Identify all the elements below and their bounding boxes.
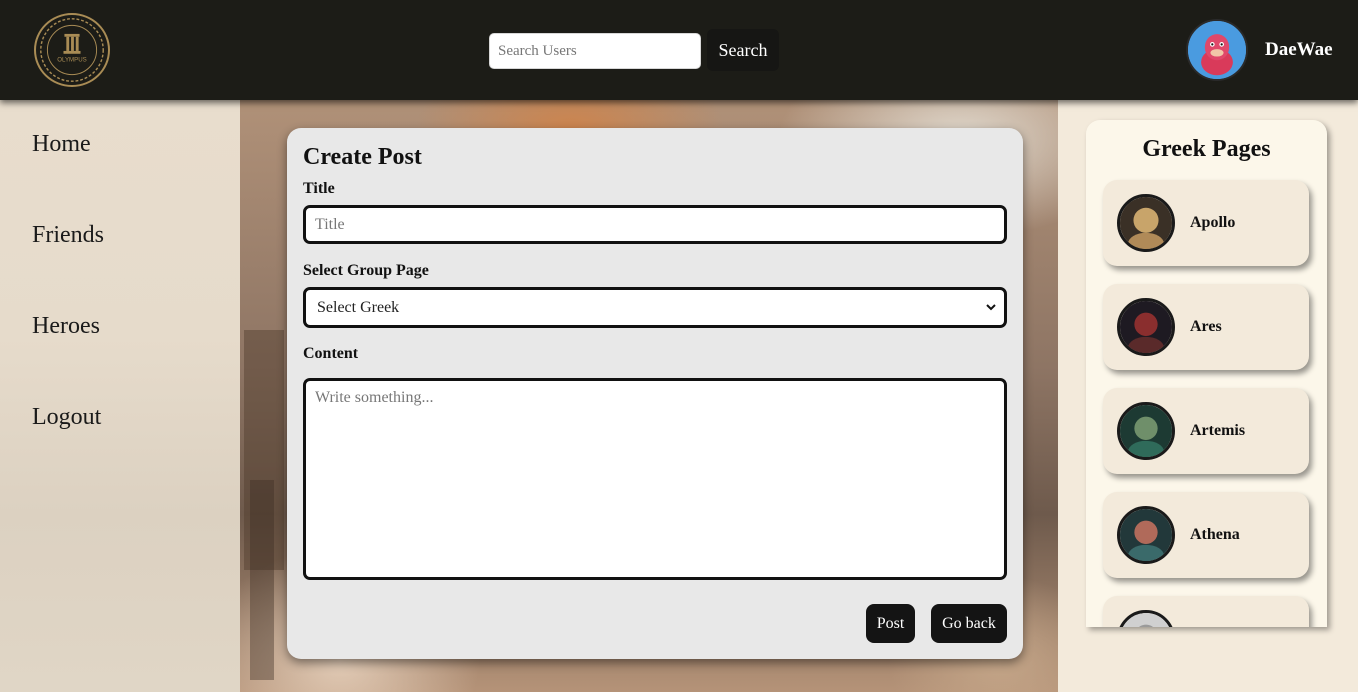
sidebar-item-logout[interactable]: Logout [32,404,101,431]
content-label: Content [303,345,359,362]
search-button[interactable]: Search [707,29,779,71]
greek-page-name: Ares [1190,318,1222,335]
content-textarea[interactable] [303,378,1007,580]
athena-avatar [1117,506,1175,564]
post-button[interactable]: Post [866,604,915,643]
greek-page-name: Artemis [1190,422,1246,439]
user-avatar[interactable] [1186,19,1248,81]
username-label[interactable]: DaeWae [1265,39,1333,61]
create-post-heading: Create Post [303,144,422,170]
greek-page-name: Athena [1190,526,1240,543]
search-users-input[interactable] [489,33,701,69]
artemis-avatar [1117,402,1175,460]
title-input[interactable] [303,205,1007,244]
greek-page-card-artemis[interactable]: Artemis [1103,388,1309,474]
greek-page-card[interactable] [1103,596,1309,627]
logo-text: OLYMPUS [57,56,87,63]
group-page-selected-value: Select Greek [317,298,400,316]
create-post-card: Create Post Title Select Group Page Sele… [287,128,1023,659]
greek-page-card-athena[interactable]: Athena [1103,492,1309,578]
sidebar: Home Friends Heroes Logout [0,100,240,692]
god-avatar [1117,610,1175,627]
sidebar-item-heroes[interactable]: Heroes [32,313,100,340]
greek-page-card-apollo[interactable]: Apollo [1103,180,1309,266]
greek-pages-panel: Greek Pages Apollo Ares Artemis Athena [1086,120,1327,627]
olympus-logo[interactable]: OLYMPUS [34,13,110,87]
chevron-down-icon [986,304,996,311]
group-page-label: Select Group Page [303,262,429,279]
greek-page-name: Apollo [1190,214,1236,231]
ares-avatar [1117,298,1175,356]
greek-page-card-ares[interactable]: Ares [1103,284,1309,370]
apollo-avatar [1117,194,1175,252]
sidebar-item-home[interactable]: Home [32,131,91,158]
group-page-select[interactable]: Select Greek [303,287,1007,328]
go-back-button[interactable]: Go back [931,604,1007,643]
title-label: Title [303,180,335,197]
top-navbar: OLYMPUS Search DaeWae [0,0,1358,100]
sidebar-item-friends[interactable]: Friends [32,222,104,249]
greek-pages-heading: Greek Pages [1142,136,1271,162]
